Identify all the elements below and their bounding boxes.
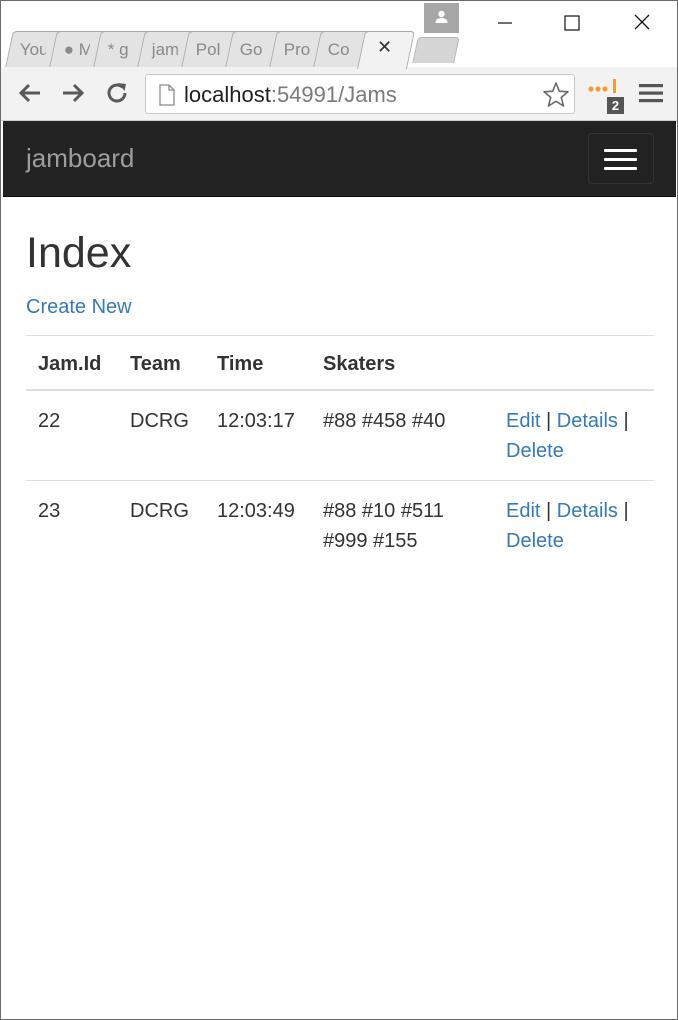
- extension-dots-icon: [588, 79, 616, 93]
- maximize-icon: [564, 15, 580, 31]
- column-header-jam-id: Jam.Id: [26, 335, 118, 391]
- url-text[interactable]: localhost:54991/Jams: [184, 82, 397, 108]
- table-header-row: Jam.Id Team Time Skaters: [26, 335, 654, 391]
- forward-button[interactable]: [59, 79, 87, 107]
- link-separator: |: [623, 410, 629, 432]
- page-icon: [159, 84, 175, 106]
- link-separator: |: [546, 410, 552, 432]
- column-header-actions: [494, 335, 654, 391]
- skaters-cell: #88 #458 #40: [323, 410, 446, 432]
- actions-cell: Edit | Details | Delete: [494, 480, 654, 570]
- new-tab-button[interactable]: [412, 37, 460, 63]
- page-title: Index: [26, 229, 132, 277]
- edit-link[interactable]: Edit: [506, 500, 540, 522]
- delete-link[interactable]: Delete: [506, 530, 564, 552]
- time-cell: 12:03:17: [217, 410, 295, 432]
- main-container: Index Create New Jam.Id Team Time Skater…: [26, 197, 654, 570]
- jam-id-cell: 22: [38, 410, 61, 432]
- tab-label: Go: [239, 40, 263, 59]
- tab-label: ● M: [63, 40, 90, 59]
- back-button[interactable]: [16, 79, 44, 107]
- tab-label: You: [19, 40, 46, 59]
- browser-window: You ● M * g jam Pol Go Pro Co ✕ localhos…: [0, 0, 678, 1020]
- close-icon: [634, 14, 650, 30]
- brand-link[interactable]: jamboard: [26, 143, 134, 174]
- column-header-team: Team: [118, 335, 205, 391]
- table-row: 22 DCRG 12:03:17 #88 #458 #40 Edit | Det…: [26, 390, 654, 481]
- browser-menu-button[interactable]: [638, 81, 664, 105]
- team-cell: DCRG: [118, 480, 205, 570]
- extension-badge: 2: [607, 97, 624, 114]
- skaters-cell: #88 #10 #511 #999 #155: [311, 480, 494, 570]
- column-header-time: Time: [205, 335, 311, 391]
- jams-table: Jam.Id Team Time Skaters 22 DCRG 12:03:1…: [26, 335, 654, 570]
- browser-toolbar: localhost:54991/Jams: [1, 67, 677, 121]
- close-tab-icon[interactable]: ✕: [377, 37, 392, 58]
- tab-label: Pro: [283, 40, 310, 59]
- bookmark-star-icon[interactable]: [542, 81, 570, 109]
- team-cell: DCRG: [130, 410, 189, 432]
- minimize-icon: [498, 22, 512, 24]
- create-new-link[interactable]: Create New: [26, 296, 132, 319]
- profile-button[interactable]: [424, 3, 459, 33]
- reload-icon: [107, 83, 127, 103]
- maximize-button[interactable]: [549, 7, 595, 37]
- link-separator: |: [546, 500, 552, 522]
- page-viewport: jamboard Index Create New Jam.Id Team Ti…: [3, 121, 676, 1019]
- tab-label: Pol: [195, 40, 221, 59]
- tab-label: Co: [327, 40, 350, 59]
- close-window-button[interactable]: [619, 7, 665, 37]
- person-icon: [435, 10, 448, 23]
- back-arrow-icon: [18, 83, 40, 103]
- time-cell: 12:03:49: [205, 480, 311, 570]
- address-bar[interactable]: localhost:54991/Jams: [145, 74, 575, 114]
- actions-cell: Edit | Details | Delete: [494, 390, 654, 481]
- link-separator: |: [623, 500, 629, 522]
- tab-label: * g: [107, 40, 129, 59]
- forward-arrow-icon: [63, 83, 85, 103]
- column-header-skaters: Skaters: [311, 335, 494, 391]
- details-link[interactable]: Details: [557, 500, 618, 522]
- reload-button[interactable]: [103, 79, 131, 107]
- navbar-toggle-button[interactable]: [588, 133, 654, 184]
- minimize-button[interactable]: [482, 7, 528, 37]
- table-row: 23 DCRG 12:03:49 #88 #10 #511 #999 #155 …: [26, 480, 654, 570]
- jam-id-cell: 23: [26, 480, 118, 570]
- tab-label: jam: [151, 40, 178, 59]
- details-link[interactable]: Details: [557, 410, 618, 432]
- toggle-bar-icon: [604, 167, 637, 170]
- url-path: :54991/Jams: [270, 82, 397, 107]
- url-host: localhost: [184, 82, 271, 107]
- title-bar: You ● M * g jam Pol Go Pro Co ✕: [1, 1, 677, 69]
- hamburger-menu-icon: [639, 84, 663, 103]
- edit-link[interactable]: Edit: [506, 410, 540, 432]
- toggle-bar-icon: [604, 149, 637, 152]
- toggle-bar-icon: [604, 158, 637, 161]
- delete-link[interactable]: Delete: [506, 440, 564, 462]
- app-navbar: jamboard: [3, 121, 676, 197]
